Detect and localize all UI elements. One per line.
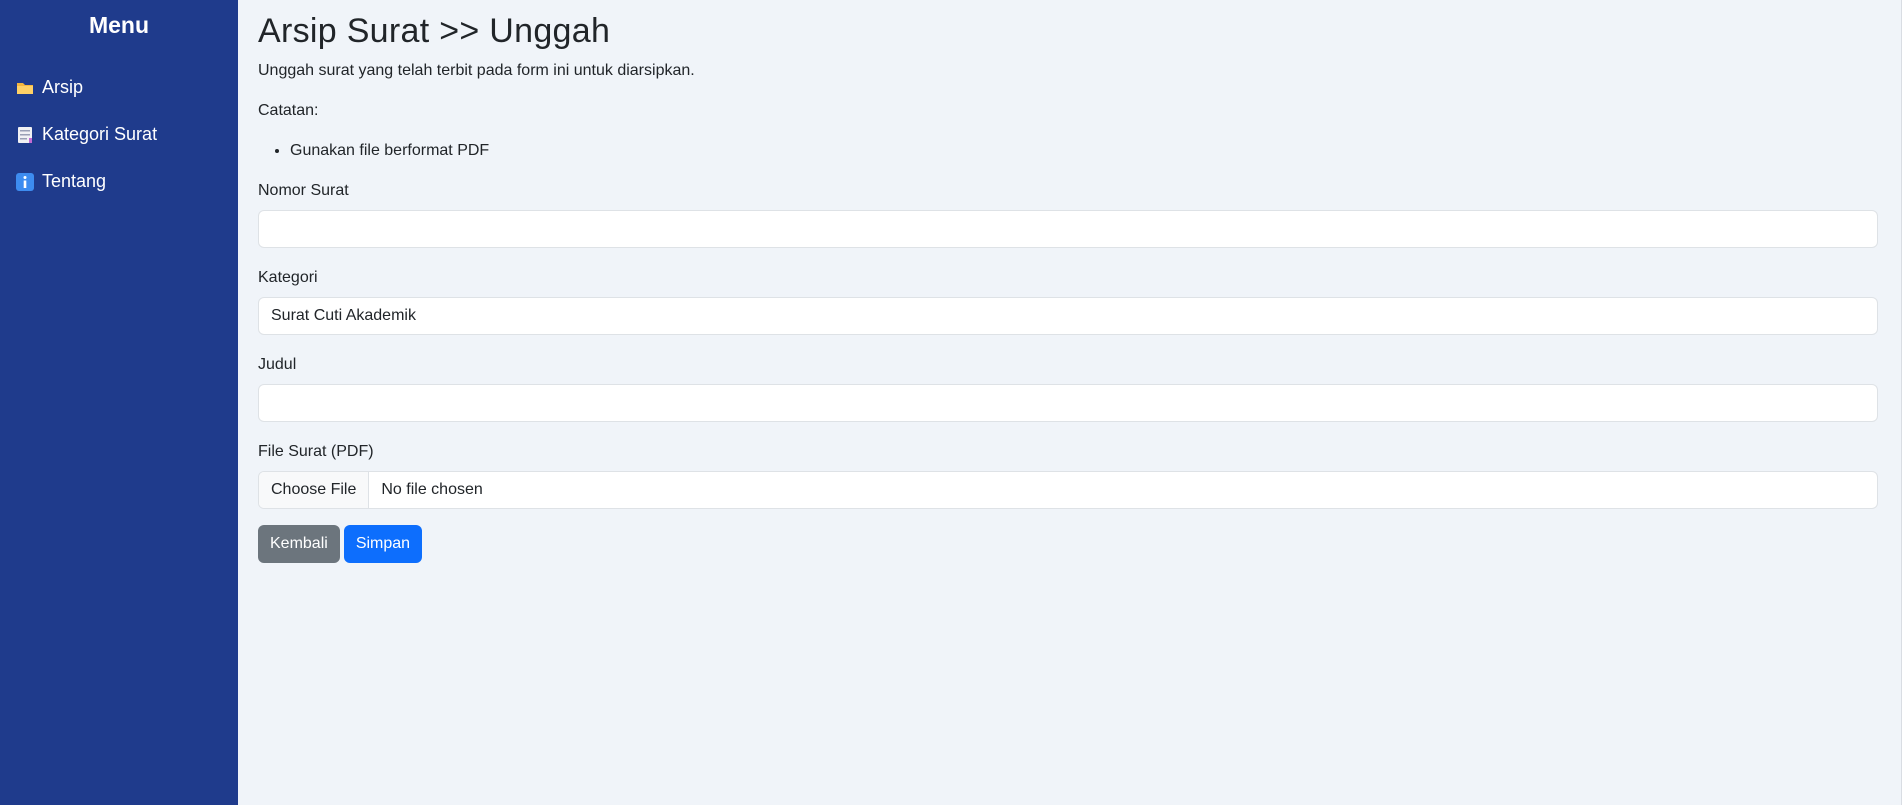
save-button[interactable]: Simpan [343, 525, 423, 563]
sidebar-item-label: Tentang [42, 171, 107, 191]
sidebar: Menu Arsip Kategori Surat Tentang [0, 0, 238, 805]
judul-field-group: Judul [258, 355, 1878, 422]
nomor-surat-field-group: Nomor Surat [258, 181, 1878, 248]
form-actions: Kembali Simpan [258, 525, 1878, 563]
file-field-group: File Surat (PDF) Choose File No file cho… [258, 442, 1878, 509]
notes-label: Catatan: [258, 102, 319, 119]
info-icon [16, 172, 34, 191]
main-content: Arsip Surat >> Unggah Unggah surat yang … [258, 0, 1878, 563]
kategori-field-group: Kategori [258, 268, 1878, 335]
nomor-surat-label: Nomor Surat [258, 182, 349, 199]
kategori-select[interactable] [258, 297, 1878, 335]
file-input[interactable]: Choose File No file chosen [258, 471, 1878, 509]
judul-label: Judul [258, 356, 297, 373]
back-button[interactable]: Kembali [258, 525, 340, 563]
sidebar-item-tentang[interactable]: Tentang [0, 158, 238, 205]
folder-icon [16, 79, 34, 97]
file-status-text: No file chosen [381, 481, 483, 498]
choose-file-button[interactable]: Choose File [259, 472, 370, 508]
list-item: Gunakan file berformat PDF [290, 141, 1878, 161]
kategori-label: Kategori [258, 269, 318, 286]
sidebar-title: Menu [88, 12, 150, 38]
sidebar-item-kategori-surat[interactable]: Kategori Surat [0, 111, 238, 158]
judul-input[interactable] [258, 384, 1878, 422]
sidebar-item-label: Kategori Surat [42, 124, 158, 144]
document-icon [16, 126, 34, 144]
page-title: Arsip Surat >> Unggah [258, 12, 611, 50]
file-label: File Surat (PDF) [258, 443, 374, 460]
sidebar-item-arsip[interactable]: Arsip [0, 64, 238, 111]
page-subtitle: Unggah surat yang telah terbit pada form… [258, 62, 695, 79]
nomor-surat-input[interactable] [258, 210, 1878, 248]
sidebar-nav: Arsip Kategori Surat Tentang [0, 64, 238, 205]
sidebar-item-label: Arsip [42, 77, 84, 97]
notes-list: Gunakan file berformat PDF [258, 141, 1878, 161]
